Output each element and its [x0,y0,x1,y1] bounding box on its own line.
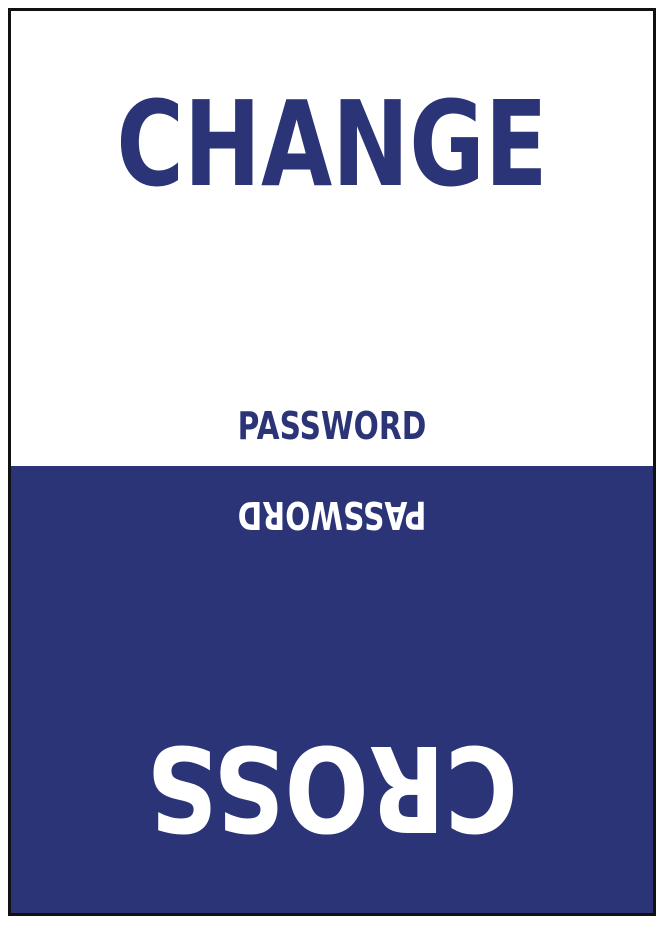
top-main-word: CHANGE [116,75,548,213]
split-card: CHANGE PASSWORD PASSWORD CROSS [8,8,656,916]
bottom-sub-word-upside-down: PASSWORD [237,493,427,537]
bottom-main-word-upside-down: CROSS [146,719,518,857]
top-sub-word: PASSWORD [237,404,427,448]
